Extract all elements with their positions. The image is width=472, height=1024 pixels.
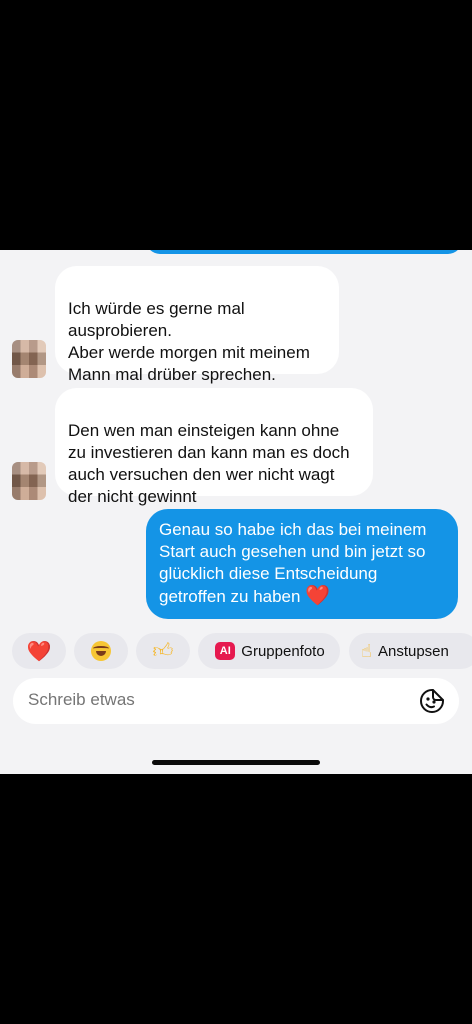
message-composer [13,678,459,724]
message-text: Genau so habe ich das bei meinem Start a… [159,520,427,606]
chat-screen: Ich würde es gerne mal ausprobieren. Abe… [0,250,472,774]
avatar[interactable] [12,462,46,500]
laugh-reaction-button[interactable] [74,633,128,669]
laughing-face-icon [91,641,111,661]
message-text: Ich würde es gerne mal ausprobieren. Abe… [68,299,310,384]
message-input[interactable] [28,690,388,710]
incoming-message-bubble[interactable]: Den wen man einsteigen kann ohne zu inve… [55,388,373,506]
ai-badge-icon: AI [215,642,236,660]
poke-button[interactable]: ☝ Anstupsen [349,633,472,669]
group-photo-label: Gruppenfoto [241,642,325,660]
top-letterbox [0,0,472,250]
thumbs-up-reaction-button[interactable]: 👍︎ [136,633,190,669]
heart-reaction-button[interactable]: ❤️ [12,633,66,669]
outgoing-message-bubble[interactable]: Genau so habe ich das bei meinem Start a… [146,509,458,619]
poke-label: Anstupsen [377,642,449,660]
avatar[interactable] [12,340,46,378]
quick-reaction-bar: ❤️ 👍︎ AI Gruppenfoto ☝ Anstupsen [12,633,472,669]
bottom-letterbox [0,774,472,1024]
heart-icon: ❤️ [26,639,52,663]
sticker-face-icon[interactable] [419,688,445,714]
previous-outgoing-bubble-edge [146,250,462,254]
thumbs-up-icon: 👍︎ [152,640,174,662]
message-text: Den wen man einsteigen kann ohne zu inve… [68,421,350,506]
group-photo-button[interactable]: AI Gruppenfoto [198,633,340,669]
incoming-message-bubble[interactable]: Ich würde es gerne mal ausprobieren. Abe… [55,266,339,384]
pointing-hand-icon: ☝ [361,640,372,661]
heart-emoji: ❤️ [305,585,331,607]
home-indicator[interactable] [152,760,320,765]
